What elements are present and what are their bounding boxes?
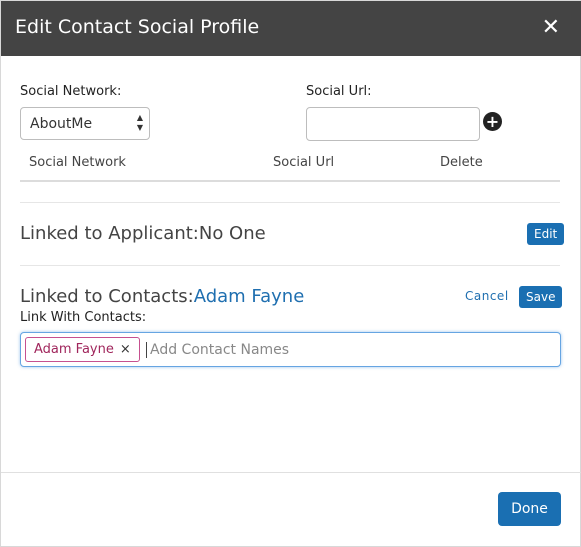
contact-names-tag-input[interactable]: Adam Fayne × Add Contact Names bbox=[20, 332, 561, 367]
linked-to-applicant-heading: Linked to Applicant:No One bbox=[20, 223, 266, 244]
linked-to-contacts-label: Linked to Contacts: bbox=[20, 286, 194, 307]
edit-applicant-button[interactable]: Edit bbox=[527, 223, 565, 245]
table-header-divider bbox=[20, 180, 560, 182]
remove-chip-icon[interactable]: × bbox=[120, 342, 131, 357]
contact-names-placeholder[interactable]: Add Contact Names bbox=[146, 342, 289, 358]
linked-to-contacts-heading: Linked to Contacts:Adam Fayne bbox=[20, 286, 304, 307]
linked-to-contacts-value: Adam Fayne bbox=[193, 286, 305, 307]
social-url-input[interactable] bbox=[306, 107, 480, 141]
footer-divider bbox=[1, 472, 581, 473]
done-button[interactable]: Done bbox=[498, 492, 561, 526]
section-divider bbox=[20, 265, 560, 266]
section-divider bbox=[20, 202, 560, 203]
add-social-profile-icon[interactable]: + bbox=[483, 112, 502, 131]
dialog-header: Edit Contact Social Profile ✕ bbox=[1, 1, 581, 56]
contact-chip-label: Adam Fayne bbox=[34, 342, 114, 357]
edit-contact-social-profile-dialog: Edit Contact Social Profile ✕ Social Net… bbox=[0, 0, 581, 547]
social-network-label: Social Network: bbox=[20, 84, 122, 99]
social-url-label: Social Url: bbox=[306, 84, 372, 99]
contact-chip: Adam Fayne × bbox=[25, 337, 140, 362]
save-contacts-button[interactable]: Save bbox=[519, 286, 563, 308]
link-with-contacts-label: Link With Contacts: bbox=[20, 310, 147, 325]
linked-to-applicant-value: No One bbox=[198, 223, 266, 244]
column-header-delete: Delete bbox=[440, 155, 483, 170]
column-header-social-url: Social Url bbox=[273, 155, 335, 170]
linked-to-applicant-label: Linked to Applicant: bbox=[20, 223, 199, 244]
cancel-link[interactable]: Cancel bbox=[465, 289, 509, 303]
social-network-select[interactable]: AboutMe ▲ ▼ bbox=[20, 107, 150, 140]
select-arrows-icon: ▲ ▼ bbox=[136, 113, 144, 132]
social-network-selected-value: AboutMe bbox=[30, 116, 93, 132]
close-icon[interactable]: ✕ bbox=[542, 14, 560, 42]
column-header-social-network: Social Network bbox=[29, 155, 126, 170]
dialog-title: Edit Contact Social Profile bbox=[15, 16, 260, 38]
